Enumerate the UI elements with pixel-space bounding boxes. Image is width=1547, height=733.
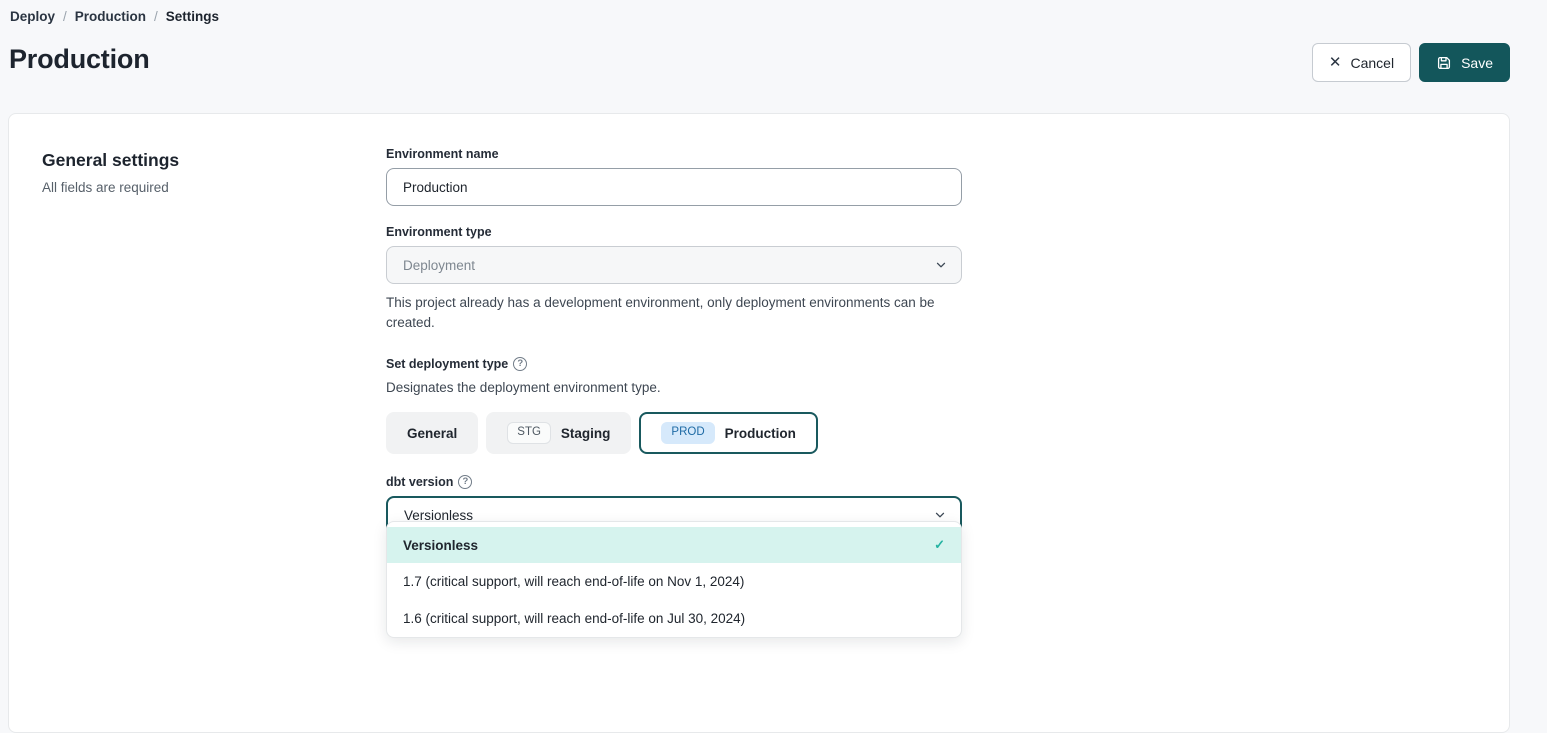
dbt-version-dropdown: Versionless ✓ 1.7 (critical support, wil… [386, 521, 962, 638]
deployment-type-option-production[interactable]: PROD Production [639, 412, 817, 454]
production-badge: PROD [661, 422, 714, 444]
environment-type-value: Deployment [403, 258, 475, 273]
settings-form: Environment name Environment type Deploy… [386, 147, 962, 553]
deployment-type-options: General STG Staging PROD Production [386, 412, 962, 454]
deployment-type-description: Designates the deployment environment ty… [386, 380, 962, 395]
environment-settings-page: Deploy / Production / Settings Productio… [0, 0, 1547, 628]
dbt-version-label: dbt version ? [386, 475, 962, 489]
environment-name-label: Environment name [386, 147, 962, 161]
dbt-version-option-1-6[interactable]: 1.6 (critical support, will reach end-of… [387, 600, 961, 637]
option-label: 1.7 (critical support, will reach end-of… [403, 574, 744, 589]
chevron-down-icon [934, 509, 946, 521]
check-icon: ✓ [934, 537, 945, 553]
general-settings-card: General settings All fields are required… [8, 113, 1510, 733]
staging-badge: STG [507, 422, 551, 444]
deployment-type-option-general[interactable]: General [386, 412, 478, 454]
save-button-label: Save [1461, 55, 1493, 71]
help-icon[interactable]: ? [513, 357, 527, 371]
save-button[interactable]: Save [1419, 43, 1510, 82]
environment-type-select[interactable]: Deployment [386, 246, 962, 284]
cancel-button[interactable]: ✕ Cancel [1312, 43, 1411, 82]
option-label: Versionless [403, 538, 478, 553]
deployment-type-general-label: General [407, 426, 457, 441]
header-actions: ✕ Cancel Save [1312, 43, 1510, 82]
deployment-type-label-text: Set deployment type [386, 357, 508, 371]
breadcrumb-production[interactable]: Production [75, 9, 146, 24]
close-icon: ✕ [1329, 55, 1342, 70]
environment-name-field: Environment name [386, 147, 962, 206]
environment-type-helper-text: This project already has a development e… [386, 293, 946, 333]
breadcrumb-settings: Settings [166, 9, 219, 24]
deployment-type-staging-label: Staging [561, 426, 611, 441]
section-subheading: All fields are required [42, 180, 179, 195]
save-icon [1436, 55, 1452, 71]
chevron-down-icon [935, 259, 947, 271]
section-heading: General settings [42, 150, 179, 171]
option-label: 1.6 (critical support, will reach end-of… [403, 611, 745, 626]
page-title: Production [9, 44, 150, 75]
environment-type-field: Environment type Deployment This project… [386, 225, 962, 333]
environment-name-input[interactable] [386, 168, 962, 206]
cancel-button-label: Cancel [1350, 55, 1394, 71]
breadcrumb-separator: / [154, 9, 158, 24]
deployment-type-option-staging[interactable]: STG Staging [486, 412, 631, 454]
dbt-version-option-versionless[interactable]: Versionless ✓ [387, 527, 961, 563]
dbt-version-label-text: dbt version [386, 475, 453, 489]
deployment-type-field: Set deployment type ? Designates the dep… [386, 357, 962, 454]
breadcrumb-deploy[interactable]: Deploy [10, 9, 55, 24]
deployment-type-label: Set deployment type ? [386, 357, 962, 371]
section-intro: General settings All fields are required [42, 150, 179, 195]
breadcrumb: Deploy / Production / Settings [10, 9, 219, 24]
help-icon[interactable]: ? [458, 475, 472, 489]
dbt-version-option-1-7[interactable]: 1.7 (critical support, will reach end-of… [387, 563, 961, 600]
breadcrumb-separator: / [63, 9, 67, 24]
environment-type-label: Environment type [386, 225, 962, 239]
deployment-type-production-label: Production [725, 426, 796, 441]
